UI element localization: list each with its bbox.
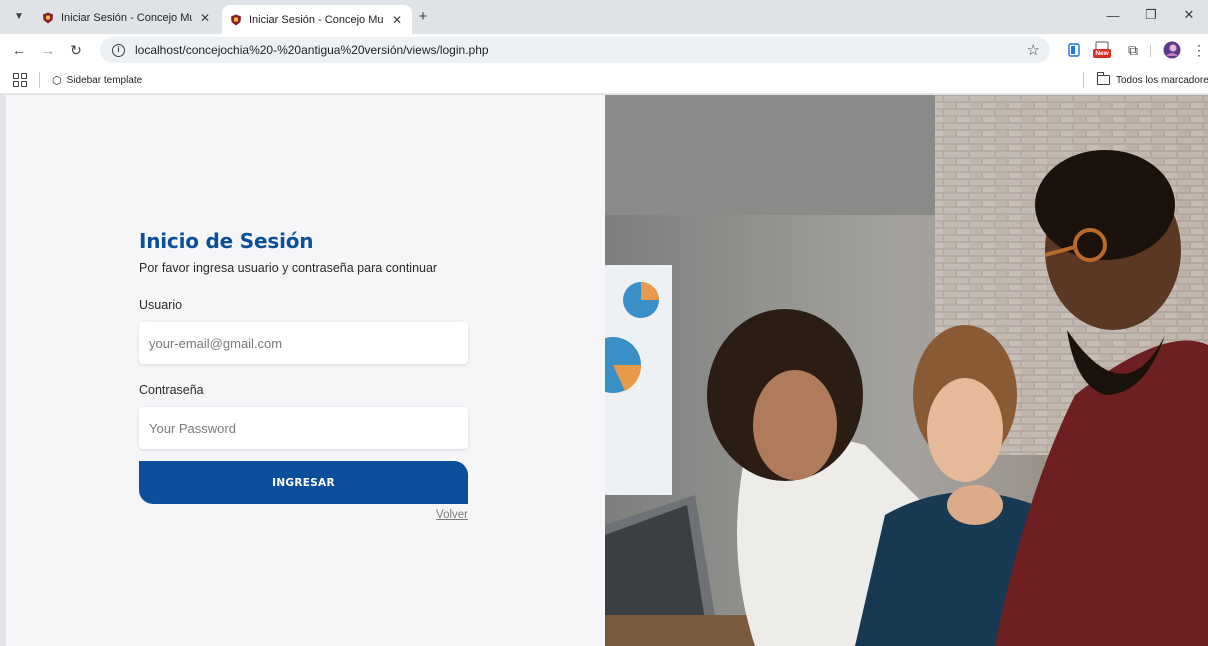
puzzle-icon[interactable]: ⧉ bbox=[1124, 41, 1142, 59]
user-label: Usuario bbox=[139, 298, 183, 312]
tab-close-icon[interactable]: ✕ bbox=[390, 13, 404, 27]
tab-close-icon[interactable]: ✕ bbox=[198, 11, 212, 25]
new-tab-button[interactable]: + bbox=[414, 8, 432, 25]
bookmark-divider bbox=[1083, 72, 1084, 88]
email-field[interactable] bbox=[139, 322, 468, 364]
forward-icon[interactable]: → bbox=[38, 40, 58, 60]
toolbar-divider bbox=[1150, 45, 1151, 57]
bookmark-sidebar-template[interactable]: ⬡ Sidebar template bbox=[52, 72, 142, 88]
close-window-icon[interactable]: ✕ bbox=[1170, 0, 1208, 30]
bookmark-divider bbox=[39, 72, 40, 88]
page-title: Inicio de Sesión bbox=[139, 229, 314, 253]
shield-favicon-icon bbox=[43, 12, 53, 24]
reload-icon[interactable]: ↻ bbox=[66, 40, 86, 60]
back-link[interactable]: Volver bbox=[139, 509, 468, 521]
all-bookmarks-label: Todos los marcadores bbox=[1116, 74, 1208, 86]
tab-title: Iniciar Sesión - Concejo Municip bbox=[249, 13, 384, 26]
minimize-icon[interactable]: — bbox=[1094, 0, 1132, 30]
address-bar-url: localhost/concejochia%20-%20antigua%20ve… bbox=[135, 43, 489, 57]
bookmark-label: Sidebar template bbox=[66, 74, 143, 86]
all-bookmarks-button[interactable]: Todos los marcadores bbox=[1097, 72, 1208, 88]
avatar[interactable] bbox=[1163, 41, 1181, 59]
login-form: Inicio de Sesión Por favor ingresa usuar… bbox=[139, 229, 468, 521]
back-icon[interactable]: ← bbox=[9, 40, 29, 60]
tab-strip: ▼ Iniciar Sesión - Concejo Municip ✕ Ini… bbox=[0, 0, 1208, 34]
tab-title: Iniciar Sesión - Concejo Municip bbox=[61, 12, 192, 24]
site-info-icon[interactable]: i bbox=[112, 43, 125, 57]
window-controls: — ❐ ✕ bbox=[1094, 0, 1208, 30]
login-button[interactable]: INGRESAR bbox=[139, 461, 468, 504]
browser-toolbar: ← → ↻ i localhost/concejochia%20-%20anti… bbox=[0, 34, 1208, 66]
login-subtitle: Por favor ingresa usuario y contraseña p… bbox=[139, 261, 438, 275]
apps-grid-icon[interactable] bbox=[13, 73, 27, 87]
password-field[interactable] bbox=[139, 407, 468, 449]
login-panel: Inicio de Sesión Por favor ingresa usuar… bbox=[6, 95, 605, 646]
tab-search-button[interactable]: ▼ bbox=[10, 7, 28, 25]
folder-icon bbox=[1097, 72, 1110, 85]
bookmarks-bar: ⬡ Sidebar template Todos los marcadores bbox=[0, 66, 1208, 94]
tab-login-1[interactable]: Iniciar Sesión - Concejo Municip ✕ bbox=[34, 5, 220, 31]
address-bar[interactable]: i localhost/concejochia%20-%20antigua%20… bbox=[100, 37, 1050, 63]
codepen-icon: ⬡ bbox=[52, 74, 62, 87]
team-photo-illustration bbox=[605, 95, 1208, 646]
bookmark-star-icon[interactable]: ☆ bbox=[1027, 41, 1040, 59]
page-content: Inicio de Sesión Por favor ingresa usuar… bbox=[6, 95, 1208, 646]
extension-icon[interactable] bbox=[1065, 41, 1083, 59]
shield-favicon-icon bbox=[231, 14, 241, 25]
new-badge-label: New bbox=[1095, 50, 1109, 57]
password-label: Contraseña bbox=[139, 383, 204, 397]
hero-photo bbox=[605, 95, 1208, 646]
more-menu-icon[interactable]: ⋮ bbox=[1190, 41, 1208, 59]
new-badge-extension-icon[interactable]: New bbox=[1093, 41, 1111, 59]
tab-login-2[interactable]: Iniciar Sesión - Concejo Municip ✕ bbox=[222, 5, 412, 34]
restore-icon[interactable]: ❐ bbox=[1132, 0, 1170, 30]
